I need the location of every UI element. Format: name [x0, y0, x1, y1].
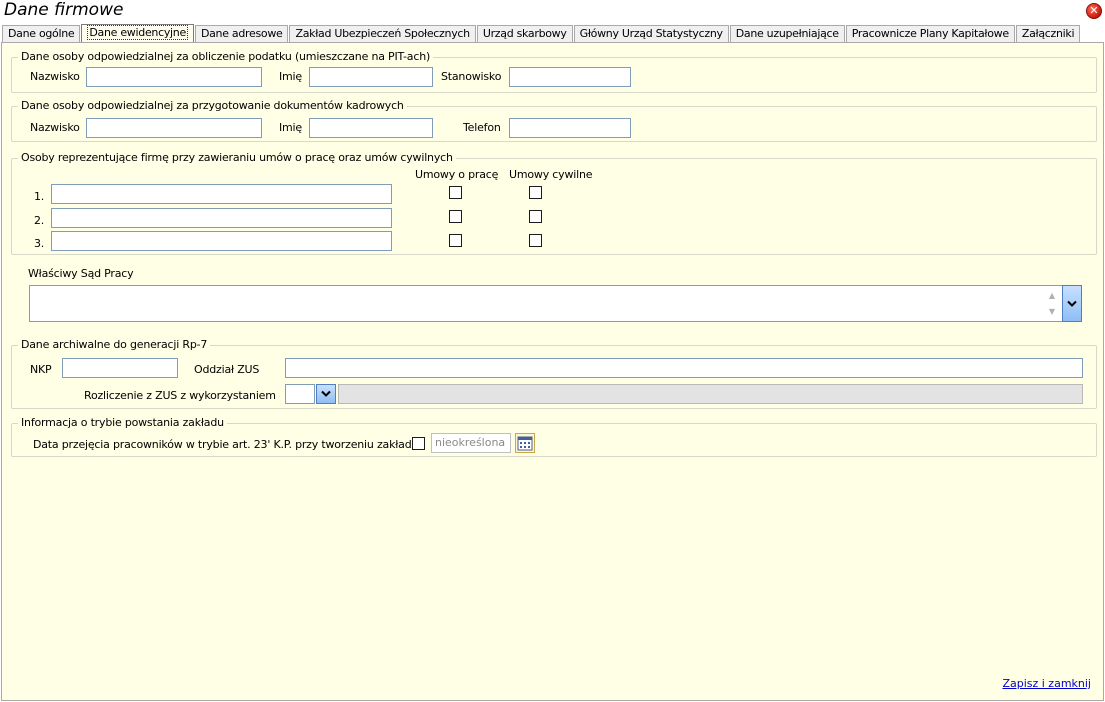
tab-label: Dane ogólne [8, 27, 75, 40]
hr-firstname-label: Imię [279, 121, 302, 134]
tab-urzad-skarbowy[interactable]: Urząd skarbowy [476, 25, 573, 42]
representative-input-2[interactable] [51, 208, 392, 228]
calendar-button[interactable] [515, 433, 535, 453]
representatives-legend: Osoby reprezentujące firmę przy zawieran… [18, 151, 456, 164]
labour-court-label: Właściwy Sąd Pracy [28, 267, 134, 280]
representatives-group: Osoby reprezentujące firmę przy zawieran… [11, 151, 1097, 255]
representative-input-3[interactable] [51, 231, 392, 251]
tab-label: Dane uzupełniające [735, 27, 839, 40]
pit-surname-label: Nazwisko [30, 70, 80, 83]
takeover-date-input[interactable]: nieokreślona [431, 433, 511, 453]
zus-settlement-dropdown-button[interactable] [316, 384, 336, 404]
employment-contracts-header: Umowy o pracę [415, 168, 499, 181]
tab-label: Pracownicze Plany Kapitałowe [851, 27, 1009, 40]
hr-phone-label: Telefon [463, 121, 501, 134]
zus-settlement-label: Rozliczenie z ZUS z wykorzystaniem [84, 389, 276, 402]
tab-dane-ogolne[interactable]: Dane ogólne [2, 25, 81, 42]
representative-number: 1. [34, 190, 45, 203]
pit-position-input[interactable] [509, 67, 631, 87]
hr-firstname-input[interactable] [309, 118, 433, 138]
hr-surname-label: Nazwisko [30, 121, 80, 134]
scroll-up-icon[interactable]: ▲ [1044, 288, 1060, 304]
tab-label: Główny Urząd Statystyczny [579, 27, 723, 40]
tab-bar: Dane ogólne Dane ewidencyjne Dane adreso… [2, 24, 1102, 42]
labour-court-dropdown-button[interactable] [1062, 285, 1082, 322]
close-button[interactable]: ✕ [1086, 3, 1102, 19]
tab-dane-ewidencyjne[interactable]: Dane ewidencyjne [81, 24, 194, 42]
takeover-date-checkbox[interactable] [412, 437, 425, 450]
tab-ppk[interactable]: Pracownicze Plany Kapitałowe [845, 25, 1015, 42]
nkp-label: NKP [30, 363, 52, 376]
pit-position-label: Stanowisko [441, 70, 502, 83]
hr-person-group: Dane osoby odpowiedzialnej za przygotowa… [11, 99, 1097, 142]
representative-1-civil-checkbox[interactable] [529, 186, 542, 199]
tab-content-panel: Dane osoby odpowiedzialnej za obliczenie… [1, 42, 1104, 701]
pit-person-group: Dane osoby odpowiedzialnej za obliczenie… [11, 50, 1097, 93]
tab-zalaczniki[interactable]: Załączniki [1015, 25, 1081, 42]
civil-contracts-header: Umowy cywilne [509, 168, 593, 181]
establishment-group: Informacja o trybie powstania zakładu Da… [11, 416, 1097, 457]
pit-firstname-label: Imię [279, 70, 302, 83]
window-title: Dane firmowe [4, 0, 124, 20]
pit-firstname-input[interactable] [309, 67, 433, 87]
representative-number: 2. [34, 214, 45, 227]
tab-label: Urząd skarbowy [482, 27, 567, 40]
chevron-down-icon [321, 390, 331, 397]
takeover-date-label: Data przejęcia pracowników w trybie art.… [33, 438, 419, 451]
tab-zus[interactable]: Zakład Ubezpieczeń Społecznych [289, 25, 476, 42]
pit-surname-input[interactable] [86, 67, 262, 87]
tab-label: Dane adresowe [200, 27, 283, 40]
representative-3-civil-checkbox[interactable] [529, 234, 542, 247]
pit-person-legend: Dane osoby odpowiedzialnej za obliczenie… [18, 50, 434, 63]
zus-settlement-description [338, 384, 1083, 404]
representative-input-1[interactable] [51, 184, 392, 204]
tab-dane-adresowe[interactable]: Dane adresowe [194, 25, 289, 42]
representative-number: 3. [34, 237, 45, 250]
tab-gus[interactable]: Główny Urząd Statystyczny [573, 25, 729, 42]
calendar-icon [517, 436, 533, 451]
tab-dane-uzupelniajace[interactable]: Dane uzupełniające [729, 25, 845, 42]
labour-court-scroll[interactable]: ▲ ▼ [1044, 288, 1060, 320]
tab-label: Załączniki [1021, 27, 1075, 40]
zus-branch-label: Oddział ZUS [194, 363, 260, 376]
representative-1-employment-checkbox[interactable] [449, 186, 462, 199]
representative-3-employment-checkbox[interactable] [449, 234, 462, 247]
hr-surname-input[interactable] [86, 118, 262, 138]
close-icon: ✕ [1089, 4, 1099, 17]
labour-court-select[interactable] [29, 285, 1063, 322]
rp7-legend: Dane archiwalne do generacji Rp-7 [18, 338, 211, 351]
zus-settlement-select[interactable] [285, 384, 315, 404]
title-bar: Dane firmowe ✕ [0, 0, 1105, 22]
representative-2-civil-checkbox[interactable] [529, 210, 542, 223]
save-and-close-link[interactable]: Zapisz i zamknij [1002, 677, 1091, 690]
hr-person-legend: Dane osoby odpowiedzialnej za przygotowa… [18, 99, 407, 112]
chevron-down-icon [1067, 300, 1077, 307]
tab-label: Dane ewidencyjne [87, 25, 188, 40]
establishment-legend: Informacja o trybie powstania zakładu [18, 416, 227, 429]
representative-2-employment-checkbox[interactable] [449, 210, 462, 223]
rp7-group: Dane archiwalne do generacji Rp-7 NKP Od… [11, 338, 1097, 409]
hr-phone-input[interactable] [509, 118, 631, 138]
scroll-down-icon[interactable]: ▼ [1044, 304, 1060, 320]
zus-branch-input[interactable] [285, 358, 1083, 378]
nkp-input[interactable] [62, 358, 178, 378]
tab-label: Zakład Ubezpieczeń Społecznych [295, 27, 470, 40]
